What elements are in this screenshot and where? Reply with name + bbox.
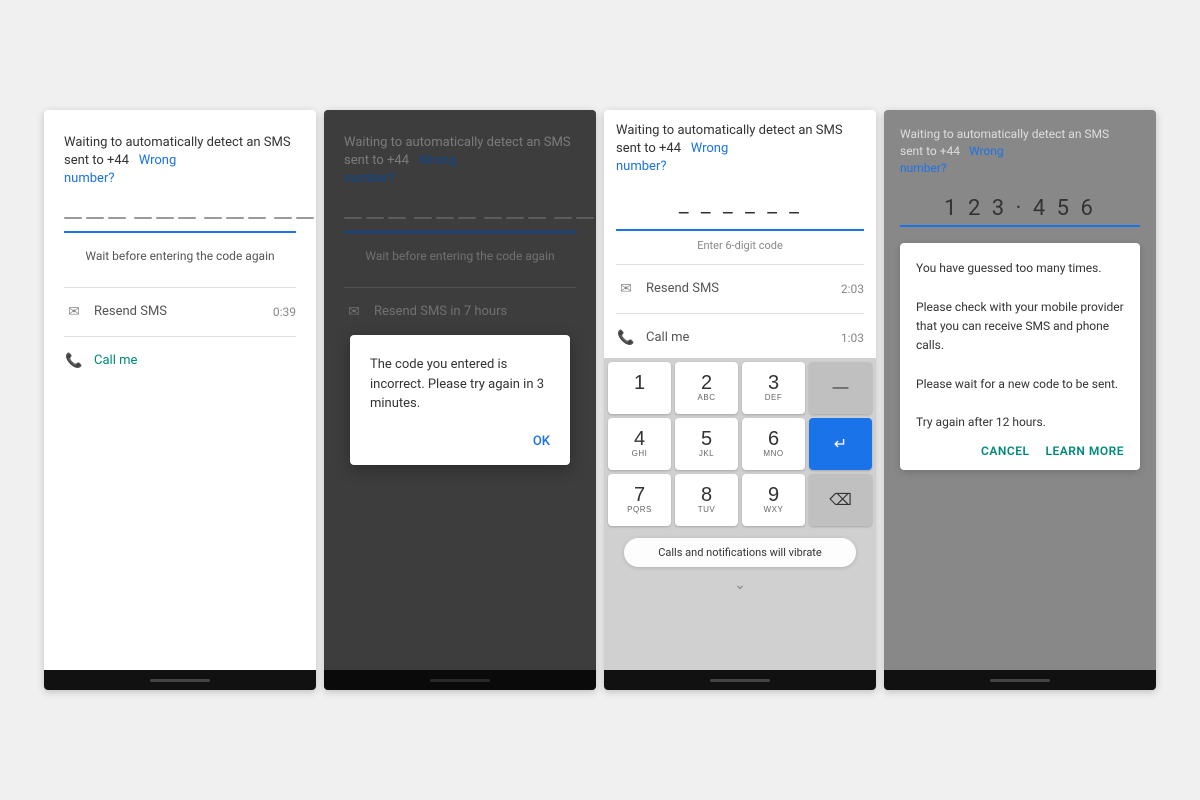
screen2: Waiting to automatically detect an SMS s… (324, 110, 596, 690)
s3-phone-icon: 📞 (616, 328, 636, 348)
screen1-content: Waiting to automatically detect an SMS s… (44, 110, 316, 670)
screen3-header: Waiting to automatically detect an SMS s… (616, 122, 864, 177)
resend-timer: 0:39 (273, 305, 296, 319)
home-bar (44, 670, 316, 690)
resend-label: Resend SMS (94, 304, 263, 319)
screen4: Waiting to automatically detect an SMS s… (884, 110, 1156, 690)
header-phone: sent to +44 (64, 153, 129, 168)
keyboard-row-2: 4 GHI 5 JKL 6 MNO ↵ (608, 418, 872, 470)
screen3-top: Waiting to automatically detect an SMS s… (604, 110, 876, 358)
s4-phone: sent to +44 (900, 144, 960, 158)
keyboard-row-1: 1 2 ABC 3 DEF — (608, 362, 872, 414)
s3-phone: sent to +44 (616, 141, 681, 156)
error-dialog: The code you entered is incorrect. Pleas… (350, 335, 570, 465)
resend-row[interactable]: ✉ Resend SMS 0:39 (64, 292, 296, 332)
s3-resend-label: Resend SMS (646, 281, 831, 296)
screen1: Waiting to automatically detect an SMS s… (44, 110, 316, 690)
s3-home-bar (604, 670, 876, 690)
s4-wrong-link[interactable]: Wrong (969, 144, 1004, 158)
s3-resend-row[interactable]: ✉ Resend SMS 2:03 (616, 269, 864, 309)
s4-dialog-actions: CANCEL LEARN MORE (916, 444, 1124, 458)
s4-para1: You have guessed too many times. (916, 259, 1124, 278)
home-indicator (150, 679, 210, 682)
s3-message-icon: ✉ (616, 279, 636, 299)
s3-code-input[interactable]: – – – – – – (616, 197, 864, 231)
s4-dialog-text: You have guessed too many times. Please … (916, 259, 1124, 432)
screen1-header: Waiting to automatically detect an SMS s… (64, 134, 296, 189)
key-minus[interactable]: — (809, 362, 872, 414)
divider1 (64, 287, 296, 288)
s3-code-hint: Enter 6-digit code (616, 239, 864, 252)
key-8[interactable]: 8 TUV (675, 474, 738, 526)
screen4-dialog: You have guessed too many times. Please … (900, 243, 1140, 470)
learn-more-button[interactable]: LEARN MORE (1045, 444, 1124, 458)
dialog-text: The code you entered is incorrect. Pleas… (370, 355, 550, 414)
s4-number-link[interactable]: number? (900, 160, 1140, 177)
key-7[interactable]: 7 PQRS (608, 474, 671, 526)
s3-header-line1: Waiting to automatically detect an SMS (616, 123, 843, 138)
key-enter[interactable]: ↵ (809, 418, 872, 470)
key-backspace[interactable]: ⌫ (809, 474, 872, 526)
header-text-line1: Waiting to automatically detect an SMS (64, 135, 291, 150)
divider2 (64, 336, 296, 337)
screen4-content: Waiting to automatically detect an SMS s… (884, 110, 1156, 670)
keyboard-row-3: 7 PQRS 8 TUV 9 WXY ⌫ (608, 474, 872, 526)
input-underline (64, 231, 296, 233)
s3-call-label: Call me (646, 330, 831, 345)
dialog-ok-button[interactable]: OK (533, 430, 550, 453)
cancel-button[interactable]: CANCEL (981, 444, 1029, 458)
s3-wrong-link[interactable]: Wrong (691, 141, 729, 156)
screenshots-container: Waiting to automatically detect an SMS s… (24, 90, 1176, 710)
s3-number-link[interactable]: number? (616, 158, 864, 176)
wait-text: Wait before entering the code again (64, 249, 296, 263)
key-2[interactable]: 2 ABC (675, 362, 738, 414)
s4-home-bar (884, 670, 1156, 690)
code-dots (64, 209, 296, 227)
key-9[interactable]: 9 WXY (742, 474, 805, 526)
chevron-down[interactable]: ⌄ (608, 575, 872, 595)
s4-header-line1: Waiting to automatically detect an SMS (900, 127, 1109, 141)
message-icon: ✉ (64, 302, 84, 322)
s4-home-indicator (990, 679, 1050, 682)
s3-divider1 (616, 264, 864, 265)
s3-resend-timer: 2:03 (841, 282, 864, 296)
s3-call-row[interactable]: 📞 Call me 1:03 (616, 318, 864, 358)
notification-text: Calls and notifications will vibrate (624, 538, 856, 567)
call-label: Call me (94, 353, 296, 368)
key-6[interactable]: 6 MNO (742, 418, 805, 470)
keyboard: 1 2 ABC 3 DEF — 4 GHI (604, 358, 876, 670)
s4-para4: Try again after 12 hours. (916, 413, 1124, 432)
key-4[interactable]: 4 GHI (608, 418, 671, 470)
s3-divider2 (616, 313, 864, 314)
notification-row: Calls and notifications will vibrate (608, 530, 872, 575)
wrong-link[interactable]: Wrong (139, 153, 177, 168)
screen3: Waiting to automatically detect an SMS s… (604, 110, 876, 690)
key-1[interactable]: 1 (608, 362, 671, 414)
s4-para2: Please check with your mobile provider t… (916, 298, 1124, 356)
screen4-header: Waiting to automatically detect an SMS s… (900, 126, 1140, 176)
phone-icon: 📞 (64, 351, 84, 371)
dialog-overlay: The code you entered is incorrect. Pleas… (324, 110, 596, 690)
key-5[interactable]: 5 JKL (675, 418, 738, 470)
s4-para3: Please wait for a new code to be sent. (916, 375, 1124, 394)
digits-display: 1 2 3 · 4 5 6 (900, 196, 1140, 227)
dialog-actions: OK (370, 430, 550, 453)
number-link[interactable]: number? (64, 170, 296, 188)
key-3[interactable]: 3 DEF (742, 362, 805, 414)
s3-home-indicator (710, 679, 770, 682)
call-row[interactable]: 📞 Call me (64, 341, 296, 381)
s3-call-timer: 1:03 (841, 331, 864, 345)
